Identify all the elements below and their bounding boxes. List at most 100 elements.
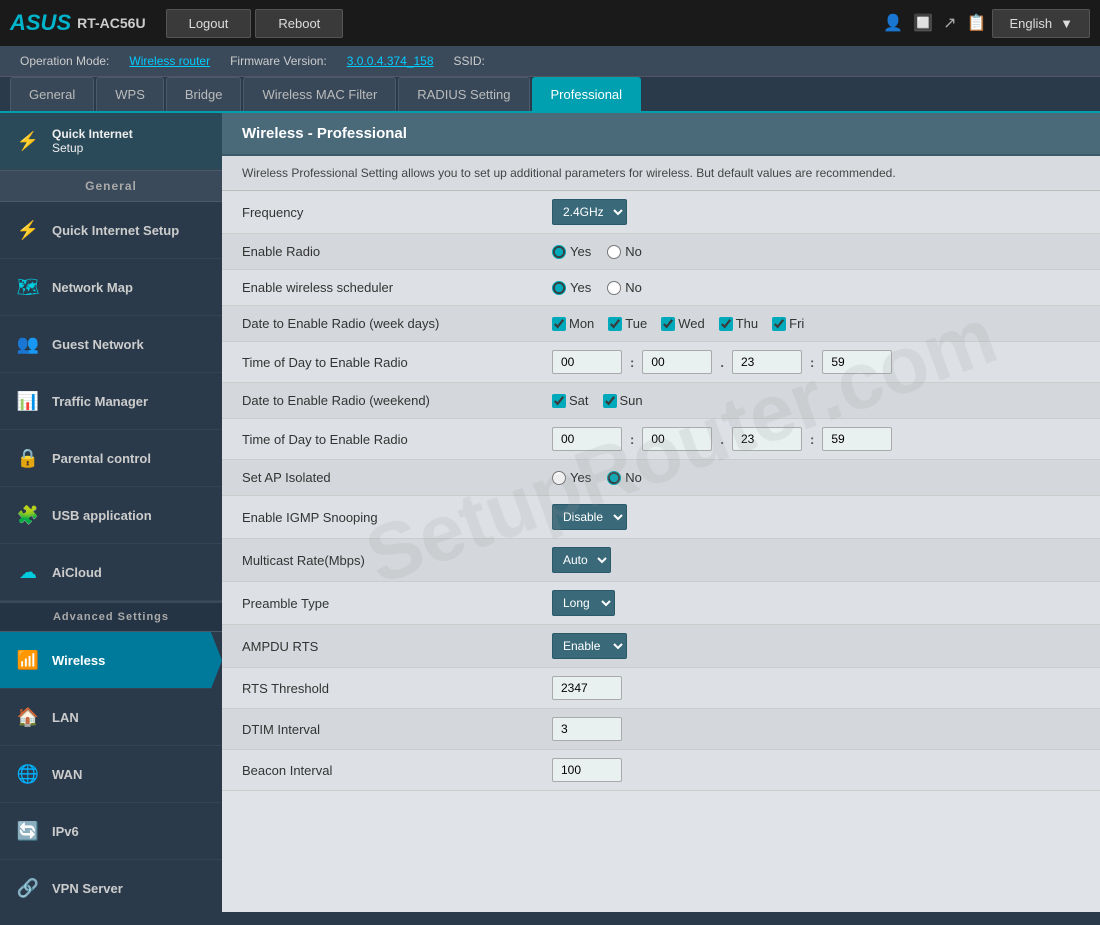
field-value-5: Sat Sun: [542, 385, 1100, 416]
time-separator-1-6: :: [630, 432, 634, 447]
sidebar-item-aicloud[interactable]: ☁ AiCloud: [0, 544, 222, 601]
firmware-value[interactable]: 3.0.0.4.374_158: [347, 54, 434, 68]
checkbox-thu[interactable]: [719, 317, 733, 331]
radio-no-2[interactable]: [607, 281, 621, 295]
checkbox-label-Tue[interactable]: Tue: [608, 316, 647, 331]
field-value-11: EnableDisable: [542, 625, 1100, 667]
field-value-6: : . :: [542, 419, 1100, 459]
checkbox-sun[interactable]: [603, 394, 617, 408]
checkbox-label-Wed[interactable]: Wed: [661, 316, 705, 331]
field-value-8: DisableEnable: [542, 496, 1100, 538]
checkbox-wed[interactable]: [661, 317, 675, 331]
field-label-4: Time of Day to Enable Radio: [222, 345, 542, 380]
sidebar-item-guest-network[interactable]: 👥 Guest Network: [0, 316, 222, 373]
logo-model: RT-AC56U: [77, 15, 145, 31]
sidebar-label-lan: LAN: [52, 710, 79, 725]
tab-professional[interactable]: Professional: [532, 77, 642, 111]
field-value-14: [542, 750, 1100, 790]
checkbox-label-Sun[interactable]: Sun: [603, 393, 643, 408]
header-right: 👤 🔲 ↗ 📋 English ▼: [883, 9, 1090, 38]
radio-no-7[interactable]: [607, 471, 621, 485]
field-label-9: Multicast Rate(Mbps): [222, 543, 542, 578]
logo: ASUS RT-AC56U: [10, 10, 146, 36]
sidebar-item-traffic-manager[interactable]: 📊 Traffic Manager: [0, 373, 222, 430]
sidebar-general-title: General: [0, 170, 222, 202]
checkbox-tue[interactable]: [608, 317, 622, 331]
checkbox-label-Mon[interactable]: Mon: [552, 316, 594, 331]
tab-wireless-mac-filter[interactable]: Wireless MAC Filter: [243, 77, 396, 111]
time-to-h-6[interactable]: [732, 427, 802, 451]
radio-label-No-1[interactable]: No: [607, 244, 642, 259]
main-content: Wireless - Professional Wireless Profess…: [222, 113, 1100, 912]
checkbox-label-Sat[interactable]: Sat: [552, 393, 589, 408]
text-input-14[interactable]: [552, 758, 622, 782]
checkbox-fri[interactable]: [772, 317, 786, 331]
time-separator-2-4: .: [720, 355, 724, 370]
time-from-m-6[interactable]: [642, 427, 712, 451]
field-label-11: AMPDU RTS: [222, 629, 542, 664]
form-row-9: Multicast Rate(Mbps) Auto125.511: [222, 539, 1100, 582]
sidebar-item-wan[interactable]: 🌐 WAN: [0, 746, 222, 803]
sidebar-item-vpn-server[interactable]: 🔗 VPN Server: [0, 860, 222, 912]
time-to-m-6[interactable]: [822, 427, 892, 451]
aicloud-icon: ☁: [14, 558, 42, 586]
sidebar-item-network-map[interactable]: 🗺 Network Map: [0, 259, 222, 316]
text-input-13[interactable]: [552, 717, 622, 741]
tab-bridge[interactable]: Bridge: [166, 77, 242, 111]
form-row-2: Enable wireless scheduler Yes No: [222, 270, 1100, 306]
operation-mode-value[interactable]: Wireless router: [129, 54, 210, 68]
sidebar-advanced-title: Advanced Settings: [0, 601, 222, 632]
form-row-4: Time of Day to Enable Radio: . :: [222, 342, 1100, 383]
time-from-m-4[interactable]: [642, 350, 712, 374]
field-value-13: [542, 709, 1100, 749]
sidebar-label-quick-internet-setup: Quick Internet Setup: [52, 223, 179, 238]
select-10[interactable]: LongShort: [552, 590, 615, 616]
quick-internet-setup-icon: ⚡: [14, 127, 42, 155]
select-11[interactable]: EnableDisable: [552, 633, 627, 659]
time-to-h-4[interactable]: [732, 350, 802, 374]
select-9[interactable]: Auto125.511: [552, 547, 611, 573]
vpn-server-icon: 🔗: [14, 874, 42, 902]
sidebar-item-parental-control[interactable]: 🔒 Parental control: [0, 430, 222, 487]
header-buttons: Logout Reboot: [166, 9, 344, 38]
radio-yes-1[interactable]: [552, 245, 566, 259]
time-from-h-4[interactable]: [552, 350, 622, 374]
sidebar-item-quick-internet-setup[interactable]: ⚡ Quick Internet Setup: [0, 202, 222, 259]
sidebar-item-wireless[interactable]: 📶 Wireless: [0, 632, 222, 689]
radio-yes-2[interactable]: [552, 281, 566, 295]
radio-yes-7[interactable]: [552, 471, 566, 485]
field-label-1: Enable Radio: [222, 234, 542, 269]
checkbox-mon[interactable]: [552, 317, 566, 331]
sidebar-item-ipv6[interactable]: 🔄 IPv6: [0, 803, 222, 860]
text-input-12[interactable]: [552, 676, 622, 700]
checkbox-label-Fri[interactable]: Fri: [772, 316, 804, 331]
time-separator-3-4: :: [810, 355, 814, 370]
sidebar-item-quick-internet-setup[interactable]: ⚡ Quick Internet Setup: [0, 113, 222, 170]
sidebar-label-wireless: Wireless: [52, 653, 105, 668]
language-button[interactable]: English ▼: [992, 9, 1090, 38]
tab-radius-setting[interactable]: RADIUS Setting: [398, 77, 529, 111]
time-from-h-6[interactable]: [552, 427, 622, 451]
select-0[interactable]: 2.4GHz5GHz: [552, 199, 627, 225]
logout-button[interactable]: Logout: [166, 9, 252, 38]
radio-label-Yes-2[interactable]: Yes: [552, 280, 591, 295]
radio-no-1[interactable]: [607, 245, 621, 259]
clipboard-icon: 📋: [967, 13, 987, 33]
reboot-button[interactable]: Reboot: [255, 9, 343, 38]
radio-label-Yes-1[interactable]: Yes: [552, 244, 591, 259]
form-row-6: Time of Day to Enable Radio: . :: [222, 419, 1100, 460]
field-label-0: Frequency: [222, 195, 542, 230]
tab-wps[interactable]: WPS: [96, 77, 164, 111]
tab-general[interactable]: General: [10, 77, 94, 111]
radio-label-No-2[interactable]: No: [607, 280, 642, 295]
select-8[interactable]: DisableEnable: [552, 504, 627, 530]
sidebar-item-usb-application[interactable]: 🧩 USB application: [0, 487, 222, 544]
radio-label-No-7[interactable]: No: [607, 470, 642, 485]
sidebar-item-lan[interactable]: 🏠 LAN: [0, 689, 222, 746]
checkbox-sat[interactable]: [552, 394, 566, 408]
radio-label-Yes-7[interactable]: Yes: [552, 470, 591, 485]
form-row-14: Beacon Interval: [222, 750, 1100, 791]
time-to-m-4[interactable]: [822, 350, 892, 374]
checkbox-label-Thu[interactable]: Thu: [719, 316, 758, 331]
field-value-9: Auto125.511: [542, 539, 1100, 581]
